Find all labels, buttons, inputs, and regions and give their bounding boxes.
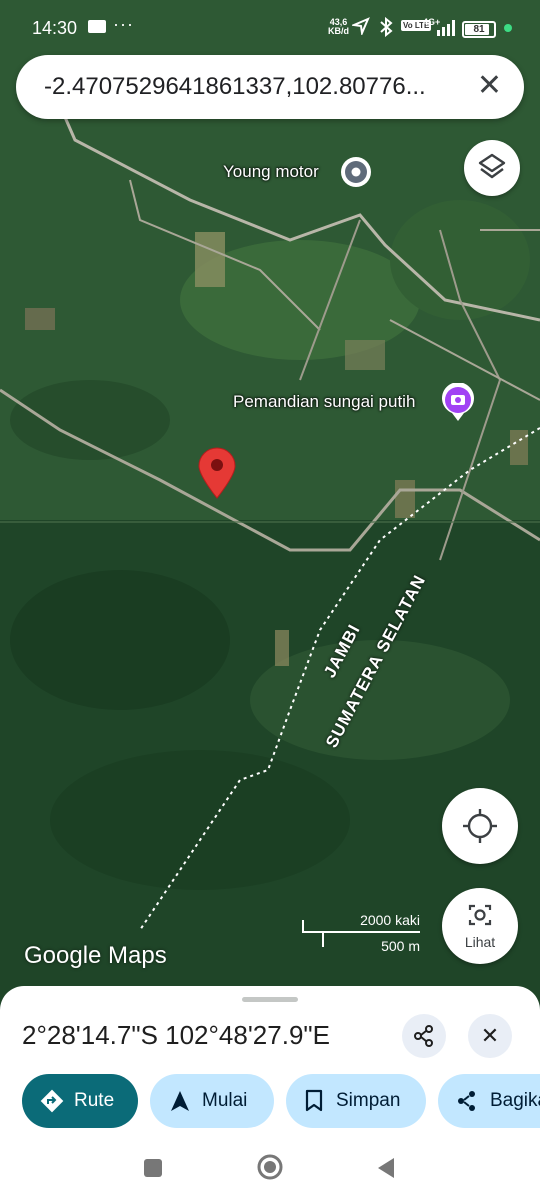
network-speed: 43,6 KB/d [328, 18, 349, 36]
search-bar[interactable]: -2.4707529641861337,102.80776... ✕ [16, 55, 524, 119]
battery-level: 81 [473, 24, 485, 35]
bookmark-icon [305, 1089, 323, 1112]
signal-icon [437, 20, 455, 36]
photo-spot-icon[interactable] [441, 383, 475, 423]
camera-lens-icon [468, 904, 492, 926]
home-button[interactable] [256, 1153, 284, 1181]
lens-label: Lihat [464, 934, 496, 950]
lens-view-button[interactable]: Lihat [442, 888, 518, 964]
start-label: Mulai [202, 1090, 248, 1111]
network-speed-unit: KB/d [328, 26, 349, 36]
scale-metric: 500 m [381, 938, 420, 954]
crosshair-icon [463, 809, 497, 843]
my-location-button[interactable] [442, 788, 518, 864]
recents-button[interactable] [144, 1159, 162, 1177]
close-sheet-button[interactable]: ✕ [468, 1014, 512, 1058]
start-navigation-button[interactable]: Mulai [150, 1074, 274, 1128]
save-button[interactable]: Simpan [286, 1074, 426, 1128]
directions-icon [40, 1089, 64, 1113]
share-icon [458, 1091, 475, 1111]
search-query[interactable]: -2.4707529641861337,102.80776... [44, 73, 464, 101]
more-notifications-icon: ··· [113, 14, 134, 34]
map-scale: 2000 kaki 500 m [300, 910, 420, 960]
bluetooth-icon [380, 17, 393, 37]
privacy-indicator-icon [504, 24, 512, 32]
place-label-pemandian[interactable]: Pemandian sungai putih [233, 392, 415, 412]
location-arrow-icon [352, 17, 370, 35]
directions-button[interactable]: Rute [22, 1074, 138, 1128]
save-label: Simpan [336, 1090, 401, 1111]
directions-label: Rute [74, 1090, 115, 1111]
google-maps-logo: Google Maps [24, 942, 167, 969]
share-icon [414, 1025, 433, 1047]
place-marker-icon[interactable] [339, 155, 373, 189]
layers-icon [478, 153, 506, 179]
clear-search-button[interactable]: ✕ [477, 69, 502, 103]
status-time: 14:30 [32, 18, 78, 38]
status-bar: 14:30 ··· 43,6 KB/d Vo LTE 4G+ 81 [0, 0, 540, 56]
coordinates-title: 2°28'14.7"S 102°48'27.9"E [22, 1020, 330, 1050]
back-button[interactable] [376, 1156, 396, 1180]
navigation-icon [171, 1091, 189, 1111]
share-chip-button[interactable]: Bagikan [438, 1074, 540, 1128]
close-icon: ✕ [480, 1023, 500, 1048]
layers-button[interactable] [464, 140, 520, 196]
map-canvas[interactable]: 14:30 ··· 43,6 KB/d Vo LTE 4G+ 81 -2.470… [0, 0, 540, 1010]
system-nav-bar [0, 1146, 540, 1200]
battery-icon: 81 [462, 21, 496, 38]
share-button[interactable] [402, 1014, 446, 1058]
message-notification-icon [88, 20, 106, 33]
share-label: Bagikan [490, 1090, 540, 1111]
dropped-pin-icon[interactable] [196, 446, 238, 500]
scale-imperial: 2000 kaki [360, 912, 420, 928]
place-label-young-motor[interactable]: Young motor [223, 162, 319, 182]
bottom-sheet[interactable]: 2°28'14.7"S 102°48'27.9"E ✕ Rute Mulai S… [0, 986, 540, 1200]
drag-handle[interactable] [242, 997, 298, 1002]
